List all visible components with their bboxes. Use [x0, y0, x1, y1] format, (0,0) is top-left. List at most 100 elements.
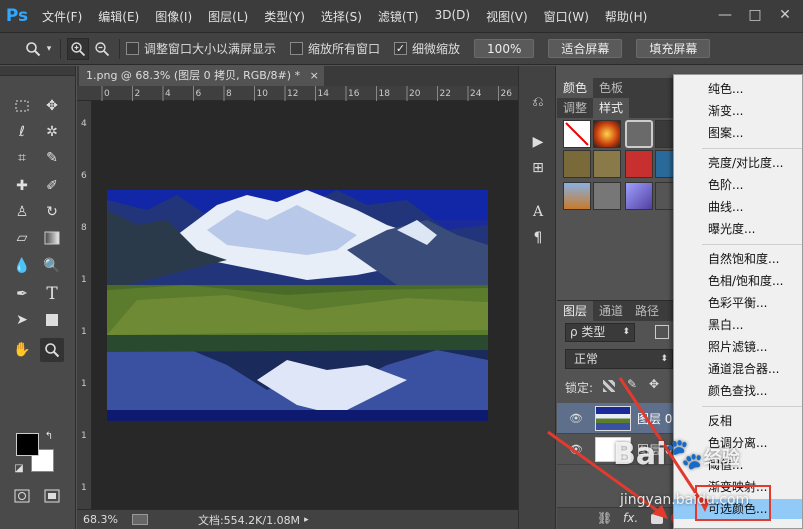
menu-item[interactable]: 帮助(H): [597, 8, 655, 25]
menu-option[interactable]: 亮度/对比度...: [674, 153, 802, 173]
lock-position-icon[interactable]: ✥: [649, 377, 659, 391]
crop-tool-icon[interactable]: ⌗: [10, 146, 34, 170]
style-wood-icon[interactable]: [563, 150, 591, 178]
menu-item[interactable]: 窗口(W): [536, 8, 597, 25]
menu-option[interactable]: 通道混合器...: [674, 359, 802, 379]
gradient-tool-icon[interactable]: [40, 226, 64, 250]
brush-tool-icon[interactable]: ✐: [40, 174, 64, 198]
menu-item[interactable]: 编辑(E): [90, 8, 147, 25]
zoom-out-icon[interactable]: [91, 38, 113, 60]
tab-paths[interactable]: 路径: [629, 301, 665, 321]
lock-pixels-icon[interactable]: ✎: [627, 377, 637, 391]
character-panel-icon[interactable]: A: [528, 202, 548, 222]
history-panel-icon[interactable]: ⎌: [528, 92, 548, 112]
layer-visibility-eye-icon[interactable]: 👁: [569, 412, 583, 425]
menu-option[interactable]: 颜色查找...: [674, 381, 802, 401]
close-window-button[interactable]: ✕: [774, 5, 796, 25]
eraser-tool-icon[interactable]: ▱: [10, 226, 34, 250]
menu-item[interactable]: 3D(D): [427, 8, 478, 25]
menu-option[interactable]: 反相: [674, 411, 802, 431]
style-fire-icon[interactable]: [593, 120, 621, 148]
menu-option[interactable]: 曲线...: [674, 197, 802, 217]
layer-visibility-eye-icon[interactable]: 👁: [569, 443, 583, 456]
document-tab[interactable]: 1.png @ 68.3% (图层 0 拷贝, RGB/8#) * ×: [79, 66, 324, 86]
healing-brush-tool-icon[interactable]: ✚: [10, 174, 34, 198]
menu-option[interactable]: 曝光度...: [674, 219, 802, 239]
resize-windows-checkbox[interactable]: [126, 42, 139, 55]
link-layers-icon[interactable]: ⛓: [597, 511, 612, 525]
rectangle-tool-icon[interactable]: [40, 308, 64, 332]
menu-option[interactable]: 纯色...: [674, 79, 802, 99]
screen-mode-icon[interactable]: [40, 484, 64, 508]
history-brush-tool-icon[interactable]: ↻: [40, 200, 64, 224]
style-gold-icon[interactable]: [593, 150, 621, 178]
style-pattern-icon[interactable]: [593, 182, 621, 210]
layer-name[interactable]: 图层 0: [637, 410, 672, 427]
menu-item[interactable]: 类型(Y): [256, 8, 313, 25]
menu-item[interactable]: 滤镜(T): [370, 8, 427, 25]
layer-filter-select[interactable]: ρ 类型 ⬍: [565, 323, 635, 342]
quick-mask-icon[interactable]: [10, 484, 34, 508]
style-bevel-icon[interactable]: [625, 120, 653, 148]
tab-styles[interactable]: 样式: [593, 98, 630, 118]
menu-item[interactable]: 选择(S): [313, 8, 370, 25]
zoom-all-windows-checkbox[interactable]: [290, 42, 304, 55]
scrubby-zoom-checkbox[interactable]: ✓: [394, 42, 408, 55]
close-tab-icon[interactable]: ×: [310, 69, 319, 82]
tab-color[interactable]: 颜色: [557, 78, 594, 98]
fit-screen-button[interactable]: 适合屏幕: [548, 39, 623, 58]
tab-layers[interactable]: 图层: [557, 301, 594, 321]
menu-item[interactable]: 文件(F): [34, 8, 90, 25]
status-menu-chevron-icon[interactable]: ▸: [304, 515, 309, 525]
tab-adjustments[interactable]: 调整: [557, 98, 593, 118]
zoom-tool-icon[interactable]: [22, 38, 44, 60]
menu-item[interactable]: 视图(V): [478, 8, 536, 25]
clone-stamp-tool-icon[interactable]: ♙: [10, 200, 34, 224]
minimize-button[interactable]: —: [714, 5, 736, 25]
path-selection-tool-icon[interactable]: ➤: [10, 308, 34, 332]
paragraph-panel-icon[interactable]: ¶: [528, 228, 548, 248]
style-red-icon[interactable]: [625, 150, 653, 178]
type-tool-icon[interactable]: T: [40, 282, 64, 306]
menu-item[interactable]: 图层(L): [200, 8, 256, 25]
pen-tool-icon[interactable]: ✒: [10, 282, 34, 306]
fx-icon[interactable]: fx.: [623, 511, 638, 525]
menu-option[interactable]: 色阶...: [674, 175, 802, 195]
image-filter-icon[interactable]: [655, 325, 669, 339]
eyedropper-tool-icon[interactable]: ✎: [40, 146, 64, 170]
menu-option[interactable]: 照片滤镜...: [674, 337, 802, 357]
menu-option[interactable]: 黑白...: [674, 315, 802, 335]
marquee-tool-icon[interactable]: [10, 94, 34, 118]
menu-option[interactable]: 自然饱和度...: [674, 249, 802, 269]
zoom-tool-active-icon[interactable]: [40, 338, 64, 362]
hand-tool-icon[interactable]: ✋: [10, 338, 34, 362]
actions-panel-icon[interactable]: ▶: [528, 132, 548, 152]
blur-tool-icon[interactable]: 💧: [10, 254, 34, 278]
default-colors-icon[interactable]: ◪: [12, 461, 26, 475]
lasso-tool-icon[interactable]: ℓ: [10, 120, 34, 144]
move-tool-icon[interactable]: ✥: [40, 94, 64, 118]
scrubby-zoom-option[interactable]: ✓ 细微缩放: [394, 40, 460, 57]
foreground-color-swatch[interactable]: [16, 433, 39, 456]
lock-transparency-icon[interactable]: [603, 380, 615, 392]
status-zoom[interactable]: 68.3%: [83, 513, 118, 526]
menu-option[interactable]: 色相/饱和度...: [674, 271, 802, 291]
tab-channels[interactable]: 通道: [593, 301, 629, 321]
menu-option[interactable]: 渐变...: [674, 101, 802, 121]
actual-pixels-button[interactable]: 100%: [474, 39, 535, 58]
tools-panel-header[interactable]: [0, 66, 75, 76]
zoom-all-windows-option[interactable]: 缩放所有窗口: [290, 40, 380, 57]
zoom-in-icon[interactable]: [67, 37, 89, 60]
dodge-tool-icon[interactable]: 🔍: [40, 254, 64, 278]
fill-screen-button[interactable]: 填充屏幕: [636, 39, 711, 58]
maximize-button[interactable]: □: [744, 5, 766, 25]
swap-colors-icon[interactable]: ↰: [42, 429, 56, 443]
add-mask-icon[interactable]: [651, 514, 663, 524]
blend-mode-select[interactable]: 正常 ⬍: [565, 349, 673, 369]
menu-option[interactable]: 图案...: [674, 123, 802, 143]
resize-windows-option[interactable]: 调整窗口大小以满屏显示: [126, 40, 276, 57]
style-purple-icon[interactable]: [625, 182, 653, 210]
style-none-icon[interactable]: [563, 120, 591, 148]
magic-wand-tool-icon[interactable]: ✲: [40, 120, 64, 144]
tool-preset-chevron-icon[interactable]: ▾: [44, 38, 54, 60]
